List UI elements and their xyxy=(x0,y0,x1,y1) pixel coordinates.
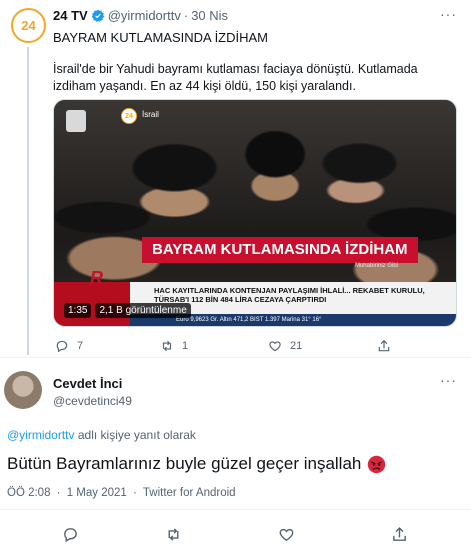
actions-divider xyxy=(0,509,471,510)
parent-date[interactable]: 30 Nis xyxy=(191,8,228,23)
reply-icon xyxy=(56,340,68,353)
reply-author-name[interactable]: Cevdet İnci xyxy=(53,376,122,391)
video-info-badges: 1:35 2,1 B görüntülenme xyxy=(64,303,191,318)
ticker-logo-icon: R xyxy=(90,268,103,288)
video-player[interactable]: 24 İsrail BAYRAM KUTLAMASINDA İZDİHAM Mu… xyxy=(53,99,457,327)
video-duration: 1:35 xyxy=(64,303,92,318)
angry-face-icon xyxy=(368,455,386,473)
reply-icon[interactable] xyxy=(62,526,79,543)
like-action[interactable]: 21 xyxy=(268,339,302,353)
parent-body-text: İsrail'de bir Yahudi bayramı kutlaması f… xyxy=(53,62,418,93)
retweet-count: 1 xyxy=(182,340,189,352)
reply-action[interactable]: 7 xyxy=(55,339,83,353)
parent-name[interactable]: 24 TV xyxy=(53,8,88,23)
location-tag: İsrail xyxy=(142,110,159,119)
reply-time[interactable]: ÖÖ 2:08 xyxy=(7,487,50,499)
channel-logo: 24 xyxy=(121,108,137,124)
heart-icon[interactable] xyxy=(278,526,295,543)
reply-count: 7 xyxy=(77,340,84,352)
retweet-action[interactable]: 1 xyxy=(160,339,188,353)
ticker-headline: HAC KAYITLARINDA KONTENJAN PAYLAŞIMI İHL… xyxy=(154,286,425,304)
share-action[interactable] xyxy=(377,339,399,353)
reply-date[interactable]: 1 May 2021 xyxy=(67,487,127,499)
reply-author-handle[interactable]: @cevdetinci49 xyxy=(53,394,132,408)
heart-icon xyxy=(269,341,281,352)
reporter-caption: Muhabiriniz Gibi xyxy=(354,263,398,269)
parent-title-text: BAYRAM KUTLAMASINDA İZDİHAM xyxy=(53,30,269,45)
replying-to-line: @yirmidorttv adlı kişiye yanıt olarak xyxy=(7,428,196,442)
replying-to-link[interactable]: @yirmidorttv xyxy=(7,428,75,442)
parent-header: 24 TV @yirmidorttv · 30 Nis xyxy=(53,8,228,23)
emblem-icon xyxy=(66,110,86,132)
share-icon[interactable] xyxy=(391,526,408,543)
parent-avatar[interactable]: 24 xyxy=(11,8,46,43)
meta-separator: · xyxy=(133,487,137,499)
parent-handle[interactable]: @yirmidorttv xyxy=(108,8,181,23)
reply-body: Bütün Bayramlarınız buyle güzel geçer in… xyxy=(7,454,386,474)
retweet-icon xyxy=(162,340,172,352)
reply-more-options-icon[interactable]: ··· xyxy=(440,372,457,388)
retweet-icon[interactable] xyxy=(165,526,182,543)
parent-tweet[interactable]: 24 24 TV @yirmidorttv · 30 Nis ··· BAYRA… xyxy=(0,0,471,358)
video-views: 2,1 B görüntülenme xyxy=(95,303,191,318)
verified-badge-icon xyxy=(91,9,104,22)
dot-separator: · xyxy=(183,8,189,23)
meta-separator: · xyxy=(56,487,61,499)
reply-body-text: Bütün Bayramlarınız buyle güzel geçer in… xyxy=(7,454,362,473)
like-count: 21 xyxy=(290,340,303,352)
reply-meta: ÖÖ 2:08 · 1 May 2021 · Twitter for Andro… xyxy=(7,487,236,499)
reply-avatar[interactable] xyxy=(4,371,42,409)
thread-line xyxy=(27,47,29,355)
reply-source[interactable]: Twitter for Android xyxy=(143,487,236,499)
more-options-icon[interactable]: ··· xyxy=(440,6,457,22)
share-icon xyxy=(378,339,390,352)
news-banner: BAYRAM KUTLAMASINDA İZDİHAM xyxy=(142,237,418,263)
replying-to-suffix: adlı kişiye yanıt olarak xyxy=(74,428,196,442)
avatar-logo-text: 24 xyxy=(21,18,36,33)
